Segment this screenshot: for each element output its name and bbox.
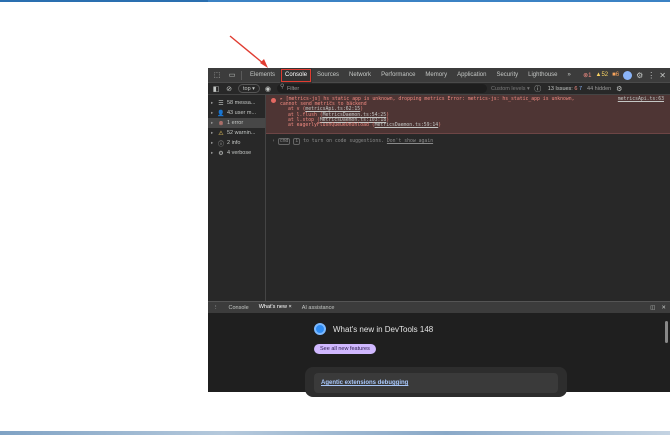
tab-application[interactable]: Application — [452, 68, 491, 83]
cmd-key: cmd — [277, 138, 291, 145]
scrollbar[interactable] — [665, 321, 668, 343]
info-count-badge[interactable]: ■6 — [612, 72, 619, 78]
whats-new-title: What's new in DevTools 148 — [333, 325, 434, 334]
tab-lighthouse[interactable]: Lighthouse — [523, 68, 562, 83]
sidebar-item-user-messages[interactable]: ▸ 👤 43 user m... — [208, 108, 265, 118]
sidebar-item-errors[interactable]: ▸ ⊗ 1 error — [208, 118, 265, 128]
hidden-messages-count: 44 hidden — [587, 85, 612, 92]
whats-new-panel: What's new in DevTools 148 See all new f… — [208, 313, 670, 397]
info-icon: ⓘ — [217, 141, 224, 148]
sidebar-item-info[interactable]: ▸ ⓘ 2 info — [208, 138, 265, 148]
tabbar-right: ⊗1 ▲52 ■6 ⚙ ⋮ ✕ — [583, 70, 670, 80]
feature-card-title[interactable]: Agentic extensions debugging — [321, 380, 408, 386]
top-strip-accent — [0, 0, 208, 2]
more-tabs-button[interactable]: » — [563, 68, 576, 83]
issues-error-count: 6 — [574, 85, 578, 92]
error-icon — [271, 98, 276, 103]
issues-counter[interactable]: 13 Issues: 6 7 — [548, 86, 582, 92]
sidebar-item-warnings[interactable]: ▸ ⚠ 52 warnin... — [208, 128, 265, 138]
prompt-chevron-icon: › — [272, 139, 275, 144]
error-icon: ⊗ — [218, 120, 224, 127]
ai-assistant-icon[interactable] — [623, 70, 633, 80]
close-icon[interactable]: ✕ — [659, 71, 666, 80]
user-icon: 👤 — [217, 110, 225, 117]
drawer-controls: ◫ ✕ — [650, 305, 670, 311]
drawer-tab-ai-assistance[interactable]: AI assistance — [297, 302, 340, 314]
drawer-menu-icon[interactable]: ⋮ — [208, 302, 224, 314]
issues-info-icon: ⓘ — [534, 85, 542, 93]
tabbar-separator — [241, 70, 242, 80]
sidebar-item-messages[interactable]: ▸ ☰ 58 messa... — [208, 98, 265, 108]
drawer-close-icon[interactable]: ✕ — [661, 305, 666, 311]
drawer-tab-whats-new[interactable]: What's new × — [253, 302, 297, 314]
live-expression-eye-icon[interactable]: ◉ — [263, 84, 273, 94]
dont-show-again-link[interactable]: Don't show again — [387, 139, 433, 144]
settings-gear-icon[interactable]: ⚙ — [636, 71, 643, 80]
drawer-tabbar: ⋮ Console What's new × AI assistance ◫ ✕ — [208, 301, 670, 314]
device-toolbar-icon[interactable]: ▭ — [226, 70, 238, 81]
filter-input[interactable]: Filter — [276, 83, 487, 93]
tab-sources[interactable]: Sources — [312, 68, 344, 83]
log-levels-dropdown[interactable]: Custom levels ▾ — [491, 86, 530, 92]
hint-text: to turn on code suggestions. — [303, 139, 384, 144]
kebab-menu-icon[interactable]: ⋮ — [647, 71, 655, 80]
warning-icon: ⚠ — [218, 130, 224, 137]
context-selector[interactable]: top ▾ — [238, 84, 260, 93]
dock-icon[interactable]: ◫ — [650, 305, 655, 311]
tab-memory[interactable]: Memory — [420, 68, 452, 83]
drawer-tab-console[interactable]: Console — [224, 302, 254, 314]
issues-info-count: 7 — [578, 85, 583, 92]
error-source-link[interactable]: metricsApi.ts:63 — [618, 97, 664, 102]
console-settings-icon[interactable]: ⚙ — [614, 84, 624, 94]
sidebar-item-verbose[interactable]: ▸ ⚙ 4 verbose — [208, 148, 265, 158]
tab-elements[interactable]: Elements — [245, 68, 280, 83]
console-sidebar: ▸ ☰ 58 messa... ▸ 👤 43 user m... ▸ ⊗ 1 error ▸… — [208, 95, 266, 301]
sidebar-toggle-icon[interactable]: ◧ — [211, 84, 221, 94]
devtools-logo-icon — [314, 323, 326, 335]
warning-count-badge[interactable]: ▲52 — [596, 72, 609, 78]
error-count-badge[interactable]: ⊗1 — [583, 72, 591, 79]
main-tabbar: ⬚ ▭ Elements Console Sources Network Per… — [208, 67, 670, 83]
i-key: i — [293, 138, 301, 145]
devtools-panel: ⬚ ▭ Elements Console Sources Network Per… — [208, 67, 670, 397]
list-icon: ☰ — [218, 100, 224, 107]
bottom-strip — [0, 431, 670, 435]
inspect-element-icon[interactable]: ⬚ — [211, 70, 223, 81]
stack-frame: at eagerlyFlushQueueOnUnload (MetricsDae… — [288, 123, 442, 129]
stack-link[interactable]: MetricsDaemon.ts:59:14 — [375, 123, 439, 128]
console-toolbar: ◧ ⊘ top ▾ ◉ Filter Custom levels ▾ ⓘ 13 … — [208, 83, 670, 95]
tab-security[interactable]: Security — [491, 68, 523, 83]
code-suggestions-hint[interactable]: › cmd i to turn on code suggestions. Don… — [272, 138, 433, 145]
tab-network[interactable]: Network — [344, 68, 376, 83]
clear-console-icon[interactable]: ⊘ — [224, 84, 234, 94]
tab-console[interactable]: Console — [280, 67, 313, 83]
see-all-features-button[interactable]: See all new features — [314, 344, 376, 354]
tab-performance[interactable]: Performance — [376, 68, 420, 83]
console-output: metricsApi.ts:63 ▸ [metrics-js] hs_stati… — [266, 95, 670, 301]
verbose-gear-icon: ⚙ — [218, 150, 224, 157]
error-message[interactable]: metricsApi.ts:63 ▸ [metrics-js] hs_stati… — [266, 95, 670, 134]
